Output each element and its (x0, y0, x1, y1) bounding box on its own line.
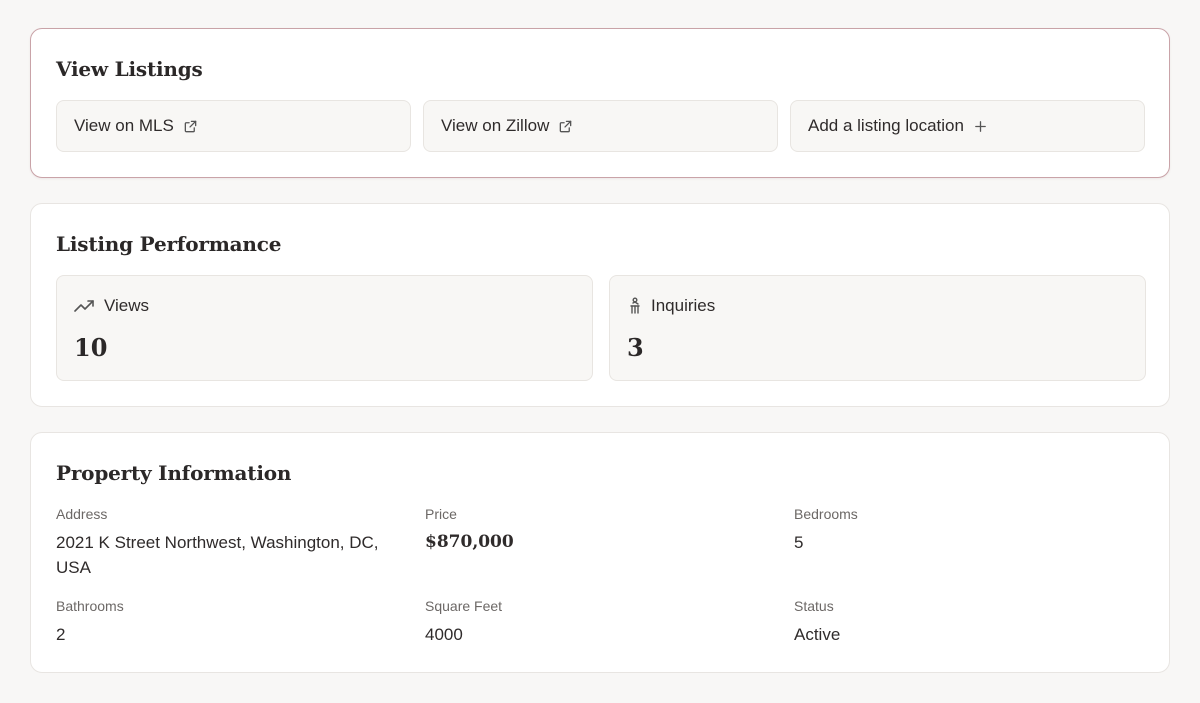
view-listings-title: View Listings (56, 57, 203, 81)
views-stat: Views 10 (56, 275, 593, 381)
property-information-title: Property Information (56, 461, 292, 485)
inquiries-stat: Inquiries 3 (609, 275, 1146, 381)
status-value: Active (794, 625, 841, 644)
property-information-card: Property Information Address 2021 K Stre… (30, 432, 1170, 673)
plus-icon (973, 119, 988, 134)
external-link-icon (558, 119, 573, 134)
price-field: Price $870,000 (425, 506, 765, 555)
address-value: 2021 K Street Northwest, Washington, DC,… (56, 533, 379, 577)
address-field: Address 2021 K Street Northwest, Washing… (56, 506, 396, 580)
view-on-mls-button[interactable]: View on MLS (56, 100, 411, 152)
inquiries-value: 3 (627, 333, 644, 362)
square-feet-value: 4000 (425, 625, 463, 644)
bedrooms-label: Bedrooms (794, 506, 858, 522)
price-value: $870,000 (425, 532, 514, 552)
address-label: Address (56, 506, 108, 522)
bathrooms-field: Bathrooms 2 (56, 598, 396, 647)
bedrooms-field: Bedrooms 5 (794, 506, 1134, 555)
square-feet-field: Square Feet 4000 (425, 598, 765, 647)
view-on-zillow-button[interactable]: View on Zillow (423, 100, 778, 152)
views-label: Views (104, 296, 150, 315)
view-listings-card: View Listings View on MLS View on Zillow… (30, 28, 1170, 178)
bathrooms-value: 2 (56, 625, 66, 644)
add-listing-location-label: Add a listing location (808, 116, 964, 135)
views-value: 10 (74, 333, 108, 362)
listing-performance-title: Listing Performance (56, 232, 282, 256)
inquiries-label: Inquiries (651, 296, 716, 315)
status-field: Status Active (794, 598, 1134, 647)
price-label: Price (425, 506, 457, 522)
bathrooms-label: Bathrooms (56, 598, 124, 614)
trending-up-icon (74, 298, 96, 314)
external-link-icon (183, 119, 198, 134)
view-on-mls-label: View on MLS (74, 116, 174, 135)
add-listing-location-button[interactable]: Add a listing location (790, 100, 1145, 152)
view-on-zillow-label: View on Zillow (441, 116, 550, 135)
square-feet-label: Square Feet (425, 598, 503, 614)
status-label: Status (794, 598, 834, 614)
listing-performance-card: Listing Performance Views 10 Inquiries 3 (30, 203, 1170, 407)
hand-raised-icon (627, 297, 643, 315)
bedrooms-value: 5 (794, 533, 804, 552)
